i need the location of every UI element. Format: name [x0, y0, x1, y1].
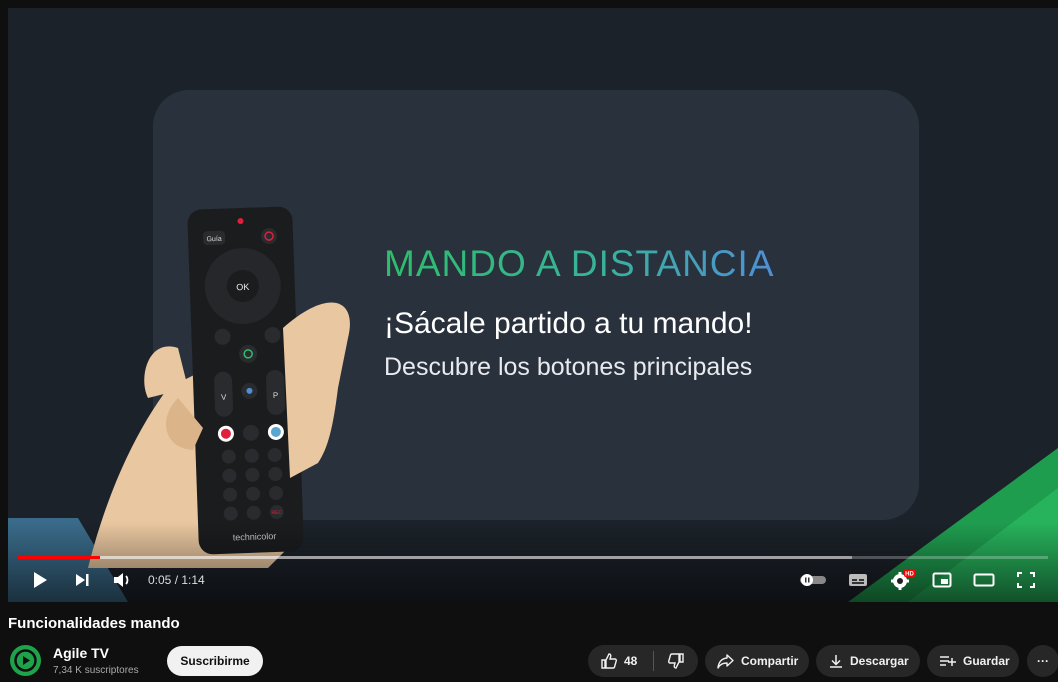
volume-button[interactable] — [110, 568, 134, 592]
miniplayer-button[interactable] — [930, 568, 954, 592]
remote-illustration: Guía OK V P REC technic — [88, 206, 350, 568]
remote-ok-label: OK — [236, 282, 249, 292]
subscriber-count: 7,34 K suscriptores — [53, 665, 139, 676]
fullscreen-icon — [1017, 572, 1035, 588]
subtitles-icon — [849, 574, 867, 586]
like-button[interactable]: 48 — [588, 645, 653, 677]
download-icon — [830, 655, 842, 668]
share-label: Compartir — [741, 654, 799, 668]
fullscreen-button[interactable] — [1014, 568, 1038, 592]
progress-played — [18, 556, 101, 559]
channel-name[interactable]: Agile TV — [53, 645, 109, 661]
miniplayer-icon — [932, 572, 952, 588]
download-label: Descargar — [850, 654, 909, 668]
add-to-playlist-icon — [940, 656, 956, 666]
dislike-button[interactable] — [654, 645, 698, 677]
channel-avatar[interactable] — [10, 645, 41, 676]
play-button[interactable] — [28, 568, 52, 592]
subtitles-button[interactable] — [846, 568, 870, 592]
agile-tv-logo-icon — [14, 649, 37, 672]
remote-guide-label: Guía — [206, 236, 222, 244]
video-title: Funcionalidades mando — [8, 615, 180, 632]
video-subtitle-secondary: Descubre los botones principales — [384, 353, 753, 381]
progress-bar[interactable] — [18, 556, 1048, 559]
subscribe-button[interactable]: Suscribirme — [167, 646, 263, 676]
theater-button[interactable] — [972, 568, 996, 592]
share-icon — [717, 654, 734, 669]
thumbs-down-icon — [668, 653, 684, 669]
save-label: Guardar — [963, 654, 1010, 668]
like-dislike-group: 48 — [588, 645, 698, 677]
thumbs-up-icon — [601, 653, 617, 669]
share-button[interactable]: Compartir — [705, 645, 809, 677]
autoplay-toggle-icon — [800, 574, 826, 586]
remote-volume-label: V — [221, 393, 227, 402]
current-time: 0:05 — [148, 573, 172, 587]
more-actions-button[interactable]: ··· — [1027, 645, 1058, 677]
more-icon: ··· — [1037, 654, 1049, 668]
theater-icon — [973, 573, 995, 587]
settings-icon: HD — [891, 569, 915, 590]
save-button[interactable]: Guardar — [927, 645, 1019, 677]
time-separator: / — [171, 573, 182, 587]
settings-button[interactable]: HD — [888, 568, 916, 592]
video-player[interactable]: MANDO A DISTANCIA ¡Sácale partido a tu m… — [8, 8, 1058, 602]
autoplay-toggle[interactable] — [798, 568, 828, 592]
like-count: 48 — [624, 654, 638, 668]
remote-program-label: P — [273, 391, 279, 400]
progress-buffered — [18, 556, 853, 559]
next-button[interactable] — [70, 568, 94, 592]
volume-icon — [114, 573, 129, 587]
time-display: 0:05 / 1:14 — [148, 573, 205, 587]
next-icon — [76, 574, 89, 586]
duration: 1:14 — [181, 573, 205, 587]
video-heading: MANDO A DISTANCIA — [384, 243, 775, 284]
video-subtitle: ¡Sácale partido a tu mando! — [384, 307, 753, 340]
download-button[interactable]: Descargar — [816, 645, 920, 677]
remote-rec-label: REC — [271, 510, 282, 516]
hd-badge: HD — [905, 572, 914, 578]
play-icon — [34, 572, 47, 588]
